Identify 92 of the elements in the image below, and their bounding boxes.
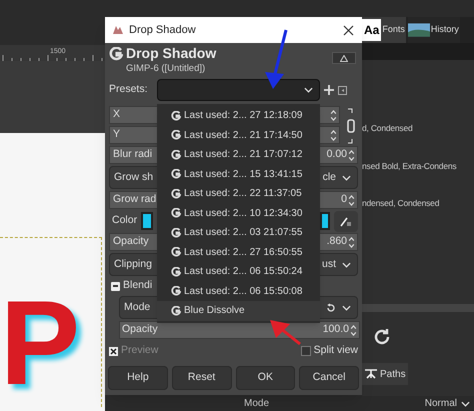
gimp-logo-icon	[171, 188, 181, 199]
font-list-item[interactable]: d, Condensed	[362, 122, 413, 135]
paths-icon	[364, 368, 378, 380]
preset-menu-item[interactable]: Last used: 2... 21 17:14:50	[157, 126, 320, 145]
caret-icon	[342, 262, 351, 268]
gimp-logo-icon	[171, 130, 181, 140]
dock-tab[interactable]: Aa Fonts	[362, 17, 406, 43]
mode-label: Mode	[244, 397, 270, 411]
field-value: .860	[326, 234, 347, 250]
gimp-logo-icon	[171, 110, 181, 121]
field-label: Mode	[124, 300, 150, 315]
preset-menu-item[interactable]: Last used: 2... 21 17:07:12	[157, 145, 320, 164]
gimp-logo-icon	[171, 169, 181, 180]
app-icon	[111, 24, 125, 36]
preset-menu-item[interactable]: Last used: 2... 06 15:50:08	[157, 282, 320, 301]
spin-arrows-icon[interactable]	[330, 108, 337, 122]
dialog-button[interactable]: OK	[236, 366, 296, 390]
gimp-logo-icon	[171, 228, 181, 238]
field-label: Blendi	[123, 278, 152, 294]
split-view-label: Split view	[314, 343, 358, 358]
gimp-logo-icon	[171, 266, 181, 277]
preset-menu-item[interactable]: Last used: 2... 22 11:37:05	[157, 184, 320, 204]
preview-label: Preview	[121, 343, 158, 358]
warning-button[interactable]	[332, 52, 356, 64]
plus-icon[interactable]	[324, 85, 334, 95]
spin-arrows-icon[interactable]	[348, 236, 355, 248]
field-label: Opacity	[122, 322, 158, 338]
spin-arrows-icon[interactable]	[330, 128, 337, 142]
font-list-item[interactable]: ndensed, Condensed	[362, 197, 440, 210]
ruler-ticks-icon	[0, 55, 105, 61]
preview-checkbox[interactable]	[109, 346, 118, 356]
dialog-button[interactable]: Reset	[172, 366, 232, 390]
caret-icon	[461, 400, 470, 406]
field-label: Clipping	[114, 256, 152, 272]
menu-icon[interactable]	[338, 86, 347, 94]
preset-menu-item[interactable]: Last used: 2... 27 16:50:55	[157, 242, 320, 262]
font-list-item[interactable]: nsed Bold, Extra-Condens	[362, 160, 456, 173]
preset-menu-item[interactable]: Last used: 2... 06 15:50:24	[157, 262, 320, 282]
gimp-logo-icon	[171, 247, 181, 258]
field-label: Blur radi	[113, 147, 152, 162]
redo-icon[interactable]	[372, 327, 392, 347]
caret-icon	[304, 87, 313, 93]
gimp-logo-icon	[171, 286, 181, 296]
field-label: Opacity	[113, 234, 149, 250]
chain-link-icon[interactable]	[345, 107, 357, 145]
warning-icon	[340, 54, 348, 62]
caret-icon	[342, 174, 351, 180]
gimp-logo-icon	[109, 47, 123, 61]
gimp-logo-icon	[171, 150, 181, 160]
preset-menu-item[interactable]: Last used: 2... 15 13:41:15	[157, 164, 320, 184]
field-value: 100.0	[322, 322, 349, 338]
combo-value: ust	[322, 256, 336, 272]
preset-menu-item[interactable]: Blue Dissolve	[157, 301, 320, 320]
dock-tab[interactable]: History	[408, 17, 460, 43]
eyedropper-icon	[340, 215, 352, 227]
color-swatch[interactable]	[320, 212, 330, 230]
gimp-logo-icon	[171, 306, 181, 316]
window-title: Drop Shadow	[129, 22, 196, 38]
annotation-arrow	[268, 318, 302, 346]
mode-dropdown[interactable]: Normal	[424, 396, 470, 411]
preset-menu-item[interactable]: Last used: 2... 27 12:18:09	[157, 106, 320, 126]
spin-arrows-icon[interactable]	[348, 194, 355, 206]
dialog-button[interactable]: Help	[108, 366, 168, 390]
dialog-button[interactable]: Cancel	[299, 366, 359, 390]
presets-label: Presets:	[109, 82, 149, 98]
dock-tab[interactable]: Paths	[362, 363, 408, 385]
field-value: 0.00	[326, 147, 347, 162]
close-icon[interactable]	[343, 24, 354, 36]
preset-menu-item[interactable]: Last used: 2... 10 12:34:30	[157, 204, 320, 223]
reset-icon	[326, 302, 336, 312]
font-tab-icon: Aa	[362, 19, 382, 41]
dialog-heading: Drop Shadow	[126, 45, 216, 62]
field-label: Color	[112, 213, 138, 228]
field-label: Grow rad	[113, 192, 156, 208]
split-view-checkbox[interactable]	[300, 346, 311, 356]
expander-toggle[interactable]	[111, 282, 120, 290]
color-picker-button[interactable]	[334, 210, 358, 232]
color-swatch[interactable]	[141, 212, 154, 230]
field-label: Grow sh	[114, 170, 154, 185]
spin-arrows-icon[interactable]	[350, 324, 357, 336]
spin-arrows-icon[interactable]	[348, 148, 355, 162]
canvas-letter: P	[0, 283, 80, 403]
preset-menu-item[interactable]: Last used: 2... 03 21:07:55	[157, 223, 320, 242]
annotation-arrow	[262, 28, 290, 90]
caret-icon	[342, 304, 351, 310]
combo-value: cle	[322, 170, 336, 185]
field-value: 0	[341, 192, 347, 208]
landscape-icon	[408, 22, 430, 38]
gimp-logo-icon	[171, 208, 181, 218]
dialog-subtitle: GIMP-6 ([Untitled])	[126, 62, 206, 74]
field-label: Y	[113, 127, 120, 142]
field-label: X	[113, 107, 120, 122]
